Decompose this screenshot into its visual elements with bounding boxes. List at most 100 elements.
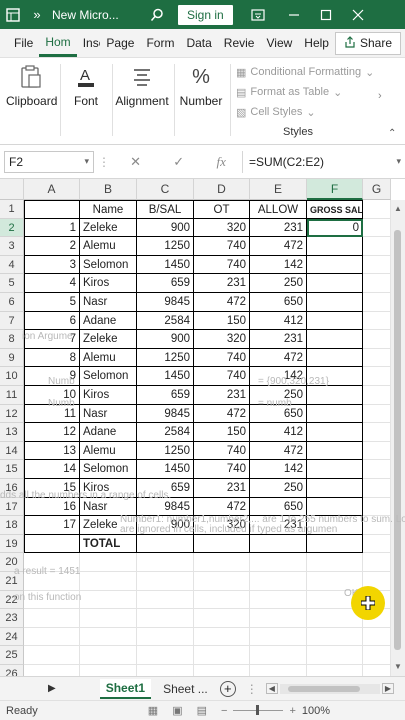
cell-c9[interactable]: 1250 — [137, 348, 194, 368]
cell-b21[interactable] — [80, 572, 137, 591]
cell-b14[interactable]: Alemu — [80, 441, 137, 461]
row-header-4[interactable]: 4 — [0, 255, 24, 275]
tab-home[interactable]: Hom — [39, 29, 77, 57]
expand-formula-icon[interactable]: ▾ — [396, 156, 401, 167]
cell-d15[interactable]: 740 — [194, 460, 250, 479]
cell-c1[interactable]: B/SAL — [137, 200, 194, 219]
cell-g25[interactable] — [363, 646, 391, 665]
cell-a23[interactable] — [24, 609, 80, 628]
new-sheet-button[interactable]: + — [219, 680, 236, 697]
search-icon[interactable] — [144, 0, 170, 29]
sheet-tab-sheet1[interactable]: Sheet1 — [99, 678, 152, 699]
row-header-26[interactable]: 26 — [0, 665, 24, 676]
cell-a18[interactable]: 17 — [24, 516, 80, 535]
cell-g1[interactable] — [363, 200, 391, 219]
zoom-slider-thumb[interactable] — [256, 705, 260, 715]
cell-d22[interactable] — [194, 590, 250, 610]
cell-f21[interactable] — [307, 572, 363, 591]
cell-g15[interactable] — [363, 460, 391, 479]
cell-a22[interactable] — [24, 590, 80, 610]
ribbon-scroll-right-icon[interactable]: › — [378, 90, 382, 102]
cell-c19[interactable] — [137, 534, 194, 554]
cell-b9[interactable]: Alemu — [80, 348, 137, 368]
cell-e4[interactable]: 142 — [250, 255, 307, 275]
cell-a25[interactable] — [24, 646, 80, 665]
close-icon[interactable] — [345, 0, 371, 29]
cell-g18[interactable] — [363, 516, 391, 535]
cell-f14[interactable] — [307, 441, 363, 461]
cell-e16[interactable]: 250 — [250, 479, 307, 498]
tab-view[interactable]: View — [260, 29, 298, 57]
cell-b16[interactable]: Kiros — [80, 479, 137, 498]
minimize-icon[interactable] — [281, 0, 307, 29]
cell-e3[interactable]: 472 — [250, 237, 307, 256]
page-layout-view-icon[interactable]: ▣ — [172, 704, 182, 717]
cell-f11[interactable] — [307, 386, 363, 405]
cell-b23[interactable] — [80, 609, 137, 628]
row-header-19[interactable]: 19 — [0, 534, 24, 554]
cell-g24[interactable] — [363, 627, 391, 647]
cell-g13[interactable] — [363, 423, 391, 442]
column-header-g[interactable]: G — [363, 179, 391, 200]
cell-a8[interactable]: 7 — [24, 330, 80, 349]
cell-d5[interactable]: 231 — [194, 274, 250, 293]
row-header-3[interactable]: 3 — [0, 237, 24, 256]
cell-f6[interactable] — [307, 293, 363, 312]
cell-g26[interactable] — [363, 665, 391, 676]
cell-c14[interactable]: 1250 — [137, 441, 194, 461]
cell-c7[interactable]: 2584 — [137, 311, 194, 331]
cell-c23[interactable] — [137, 609, 194, 628]
cell-g11[interactable] — [363, 386, 391, 405]
zoom-level[interactable]: 100% — [302, 705, 330, 717]
column-header-f[interactable]: F — [307, 179, 363, 200]
cell-b12[interactable]: Nasr — [80, 404, 137, 424]
more-commands-icon[interactable]: » — [26, 0, 48, 29]
cell-e1[interactable]: ALLOW — [250, 200, 307, 219]
cell-b26[interactable] — [80, 665, 137, 676]
row-header-10[interactable]: 10 — [0, 367, 24, 386]
cell-c17[interactable]: 9845 — [137, 497, 194, 517]
cell-c16[interactable]: 659 — [137, 479, 194, 498]
row-header-15[interactable]: 15 — [0, 460, 24, 479]
cell-a1[interactable] — [24, 200, 80, 219]
cell-g19[interactable] — [363, 534, 391, 554]
conditional-formatting-button[interactable]: ▦ Conditional Formatting ⌄ — [236, 62, 376, 82]
cell-c18[interactable]: 900 — [137, 516, 194, 535]
cell-e7[interactable]: 412 — [250, 311, 307, 331]
normal-view-icon[interactable]: ▦ — [148, 704, 158, 717]
cell-e11[interactable]: 250 — [250, 386, 307, 405]
share-button[interactable]: Share — [334, 31, 401, 55]
cell-b20[interactable] — [80, 553, 137, 572]
cell-c10[interactable]: 1450 — [137, 367, 194, 386]
cell-b13[interactable]: Adane — [80, 423, 137, 442]
horizontal-scroll-thumb[interactable] — [287, 685, 360, 692]
cell-f8[interactable] — [307, 330, 363, 349]
vertical-scroll-thumb[interactable] — [394, 230, 401, 650]
cell-f25[interactable] — [307, 646, 363, 665]
cancel-icon[interactable]: ✕ — [130, 154, 141, 170]
cell-a20[interactable] — [24, 553, 80, 572]
tab-help[interactable]: Help — [298, 29, 335, 57]
cell-g8[interactable] — [363, 330, 391, 349]
select-all-corner[interactable] — [0, 179, 24, 200]
cell-f12[interactable] — [307, 404, 363, 424]
cell-a14[interactable]: 13 — [24, 441, 80, 461]
cell-g5[interactable] — [363, 274, 391, 293]
row-header-24[interactable]: 24 — [0, 627, 24, 647]
cell-c2[interactable]: 900 — [137, 218, 194, 238]
cell-g17[interactable] — [363, 497, 391, 517]
cell-f2[interactable]: 0 — [307, 218, 363, 238]
row-header-12[interactable]: 12 — [0, 404, 24, 424]
row-header-21[interactable]: 21 — [0, 572, 24, 591]
cell-d11[interactable]: 231 — [194, 386, 250, 405]
row-header-6[interactable]: 6 — [0, 293, 24, 312]
zoom-slider[interactable] — [233, 705, 284, 715]
cell-c20[interactable] — [137, 553, 194, 572]
cell-e9[interactable]: 472 — [250, 348, 307, 368]
cell-e5[interactable]: 250 — [250, 274, 307, 293]
cell-d14[interactable]: 740 — [194, 441, 250, 461]
cell-a2[interactable]: 1 — [24, 218, 80, 238]
cell-g12[interactable] — [363, 404, 391, 424]
cell-b2[interactable]: Zeleke — [80, 218, 137, 238]
cell-c4[interactable]: 1450 — [137, 255, 194, 275]
